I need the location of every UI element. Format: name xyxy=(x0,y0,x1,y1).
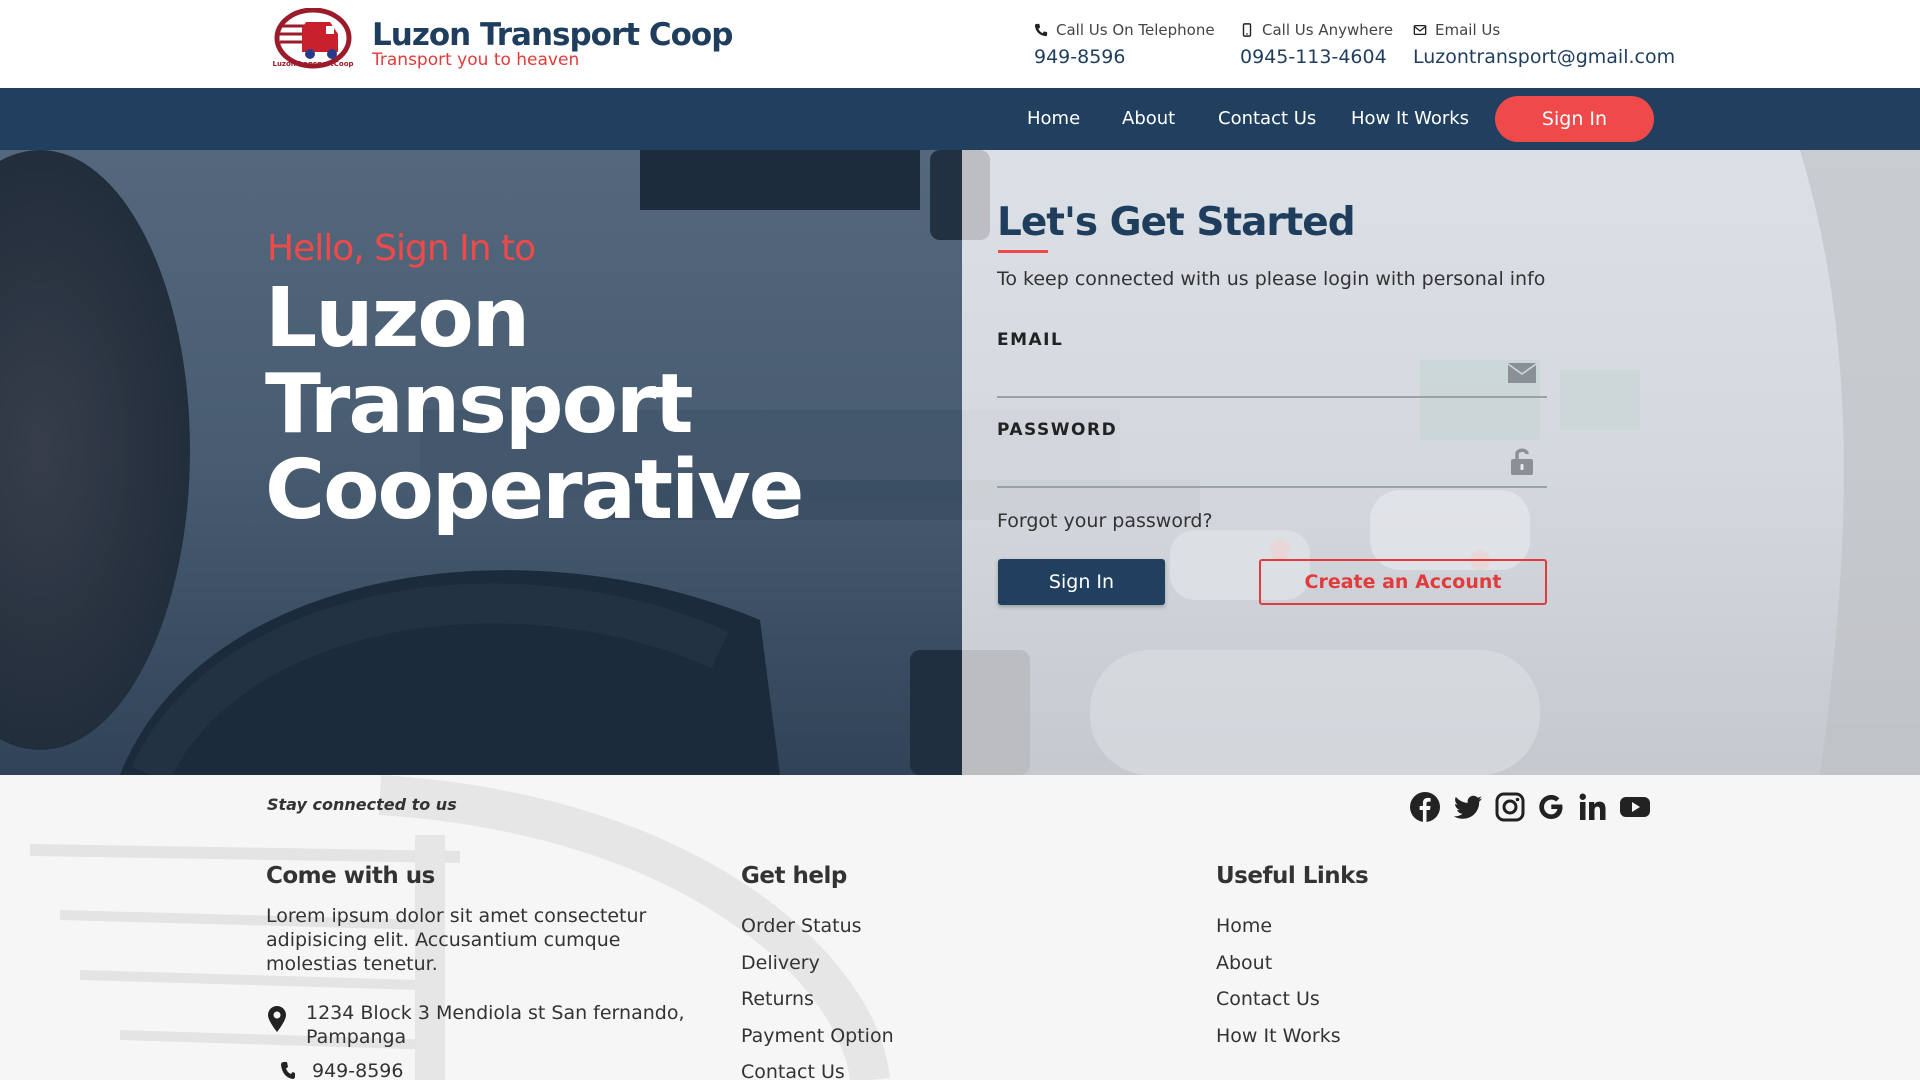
footer-link-delivery[interactable]: Delivery xyxy=(741,952,894,989)
hero-title-line-1: Luzon xyxy=(265,271,530,366)
top-header: LuzonTransportCoop Luzon Transport Coop … xyxy=(0,0,1920,88)
contact-telephone-label: Call Us On Telephone xyxy=(1056,21,1215,39)
nav-how-it-works[interactable]: How It Works xyxy=(1351,88,1469,150)
stay-connected-text: Stay connected to us xyxy=(267,795,457,814)
come-with-us-title: Come with us xyxy=(266,863,435,889)
main-navbar: Home About Contact Us How It Works Sign … xyxy=(0,88,1920,150)
password-field[interactable] xyxy=(997,448,1547,488)
brand-name: Luzon Transport Coop xyxy=(372,17,733,53)
footer-link-home[interactable]: Home xyxy=(1216,915,1341,952)
mobile-icon xyxy=(1242,23,1252,37)
nav-home[interactable]: Home xyxy=(1027,88,1080,150)
nav-sign-in-button[interactable]: Sign In xyxy=(1495,96,1654,142)
get-help-links: Order Status Delivery Returns Payment Op… xyxy=(741,915,894,1080)
site-footer: Stay connected to us Come with us Lorem … xyxy=(0,775,1920,1080)
logo-icon[interactable]: LuzonTransportCoop xyxy=(268,8,358,70)
phone-icon xyxy=(1034,23,1048,37)
phone-icon xyxy=(281,1062,295,1079)
nav-contact-us[interactable]: Contact Us xyxy=(1218,88,1316,150)
facebook-icon[interactable] xyxy=(1409,791,1441,823)
contact-email: Email Us Luzontransport@gmail.com xyxy=(1413,20,1675,68)
nav-about[interactable]: About xyxy=(1122,88,1175,150)
youtube-icon[interactable] xyxy=(1619,791,1651,823)
twitter-icon[interactable] xyxy=(1452,791,1484,823)
instagram-icon[interactable] xyxy=(1494,791,1526,823)
contact-mobile-value[interactable]: 0945-113-4604 xyxy=(1240,46,1393,68)
footer-address: 1234 Block 3 Mendiola st San fernando, P… xyxy=(306,1002,685,1048)
contact-email-value[interactable]: Luzontransport@gmail.com xyxy=(1413,46,1675,68)
logo-text: LuzonTransportCoop xyxy=(272,60,353,68)
linkedin-icon[interactable] xyxy=(1577,791,1609,823)
title-underline xyxy=(998,250,1048,253)
brand-tagline: Transport you to heaven xyxy=(372,50,580,70)
footer-link-payment-option[interactable]: Payment Option xyxy=(741,1025,894,1062)
email-label: EMAIL xyxy=(997,330,1064,350)
email-field[interactable] xyxy=(997,358,1547,398)
google-icon[interactable] xyxy=(1535,791,1567,823)
come-with-us-text: Lorem ipsum dolor sit amet consectetur a… xyxy=(266,905,647,975)
contact-telephone-value[interactable]: 949-8596 xyxy=(1034,46,1215,68)
password-label: PASSWORD xyxy=(997,420,1118,440)
sign-in-button[interactable]: Sign In xyxy=(998,559,1165,605)
contact-mobile: Call Us Anywhere 0945-113-4604 xyxy=(1240,20,1393,68)
forgot-password-link[interactable]: Forgot your password? xyxy=(997,510,1213,532)
footer-link-about[interactable]: About xyxy=(1216,952,1341,989)
envelope-icon xyxy=(1413,24,1427,36)
contact-mobile-label: Call Us Anywhere xyxy=(1262,21,1394,39)
contact-telephone: Call Us On Telephone 949-8596 xyxy=(1034,20,1215,68)
map-pin-icon xyxy=(268,1006,286,1032)
contact-email-label: Email Us xyxy=(1435,21,1501,39)
hero-title-line-3: Cooperative xyxy=(265,443,804,538)
footer-link-how-it-works[interactable]: How It Works xyxy=(1216,1025,1341,1062)
footer-link-order-status[interactable]: Order Status xyxy=(741,915,894,952)
hero-greeting: Hello, Sign In to xyxy=(267,228,536,269)
login-form-subtitle: To keep connected with us please login w… xyxy=(997,268,1546,290)
unlock-icon xyxy=(1511,448,1533,475)
useful-links-title: Useful Links xyxy=(1216,863,1369,889)
footer-link-contact[interactable]: Contact Us xyxy=(1216,988,1341,1025)
create-account-button[interactable]: Create an Account xyxy=(1259,559,1547,605)
footer-link-returns[interactable]: Returns xyxy=(741,988,894,1025)
envelope-icon xyxy=(1508,363,1536,383)
footer-link-contact-us[interactable]: Contact Us xyxy=(741,1061,894,1080)
login-form-title: Let's Get Started xyxy=(997,200,1356,245)
hero-section: Hello, Sign In to Luzon Transport Cooper… xyxy=(0,150,1920,775)
useful-links: Home About Contact Us How It Works xyxy=(1216,915,1341,1061)
get-help-title: Get help xyxy=(741,863,847,889)
hero-title-line-2: Transport xyxy=(265,357,694,452)
footer-phone: 949-8596 xyxy=(312,1060,404,1080)
